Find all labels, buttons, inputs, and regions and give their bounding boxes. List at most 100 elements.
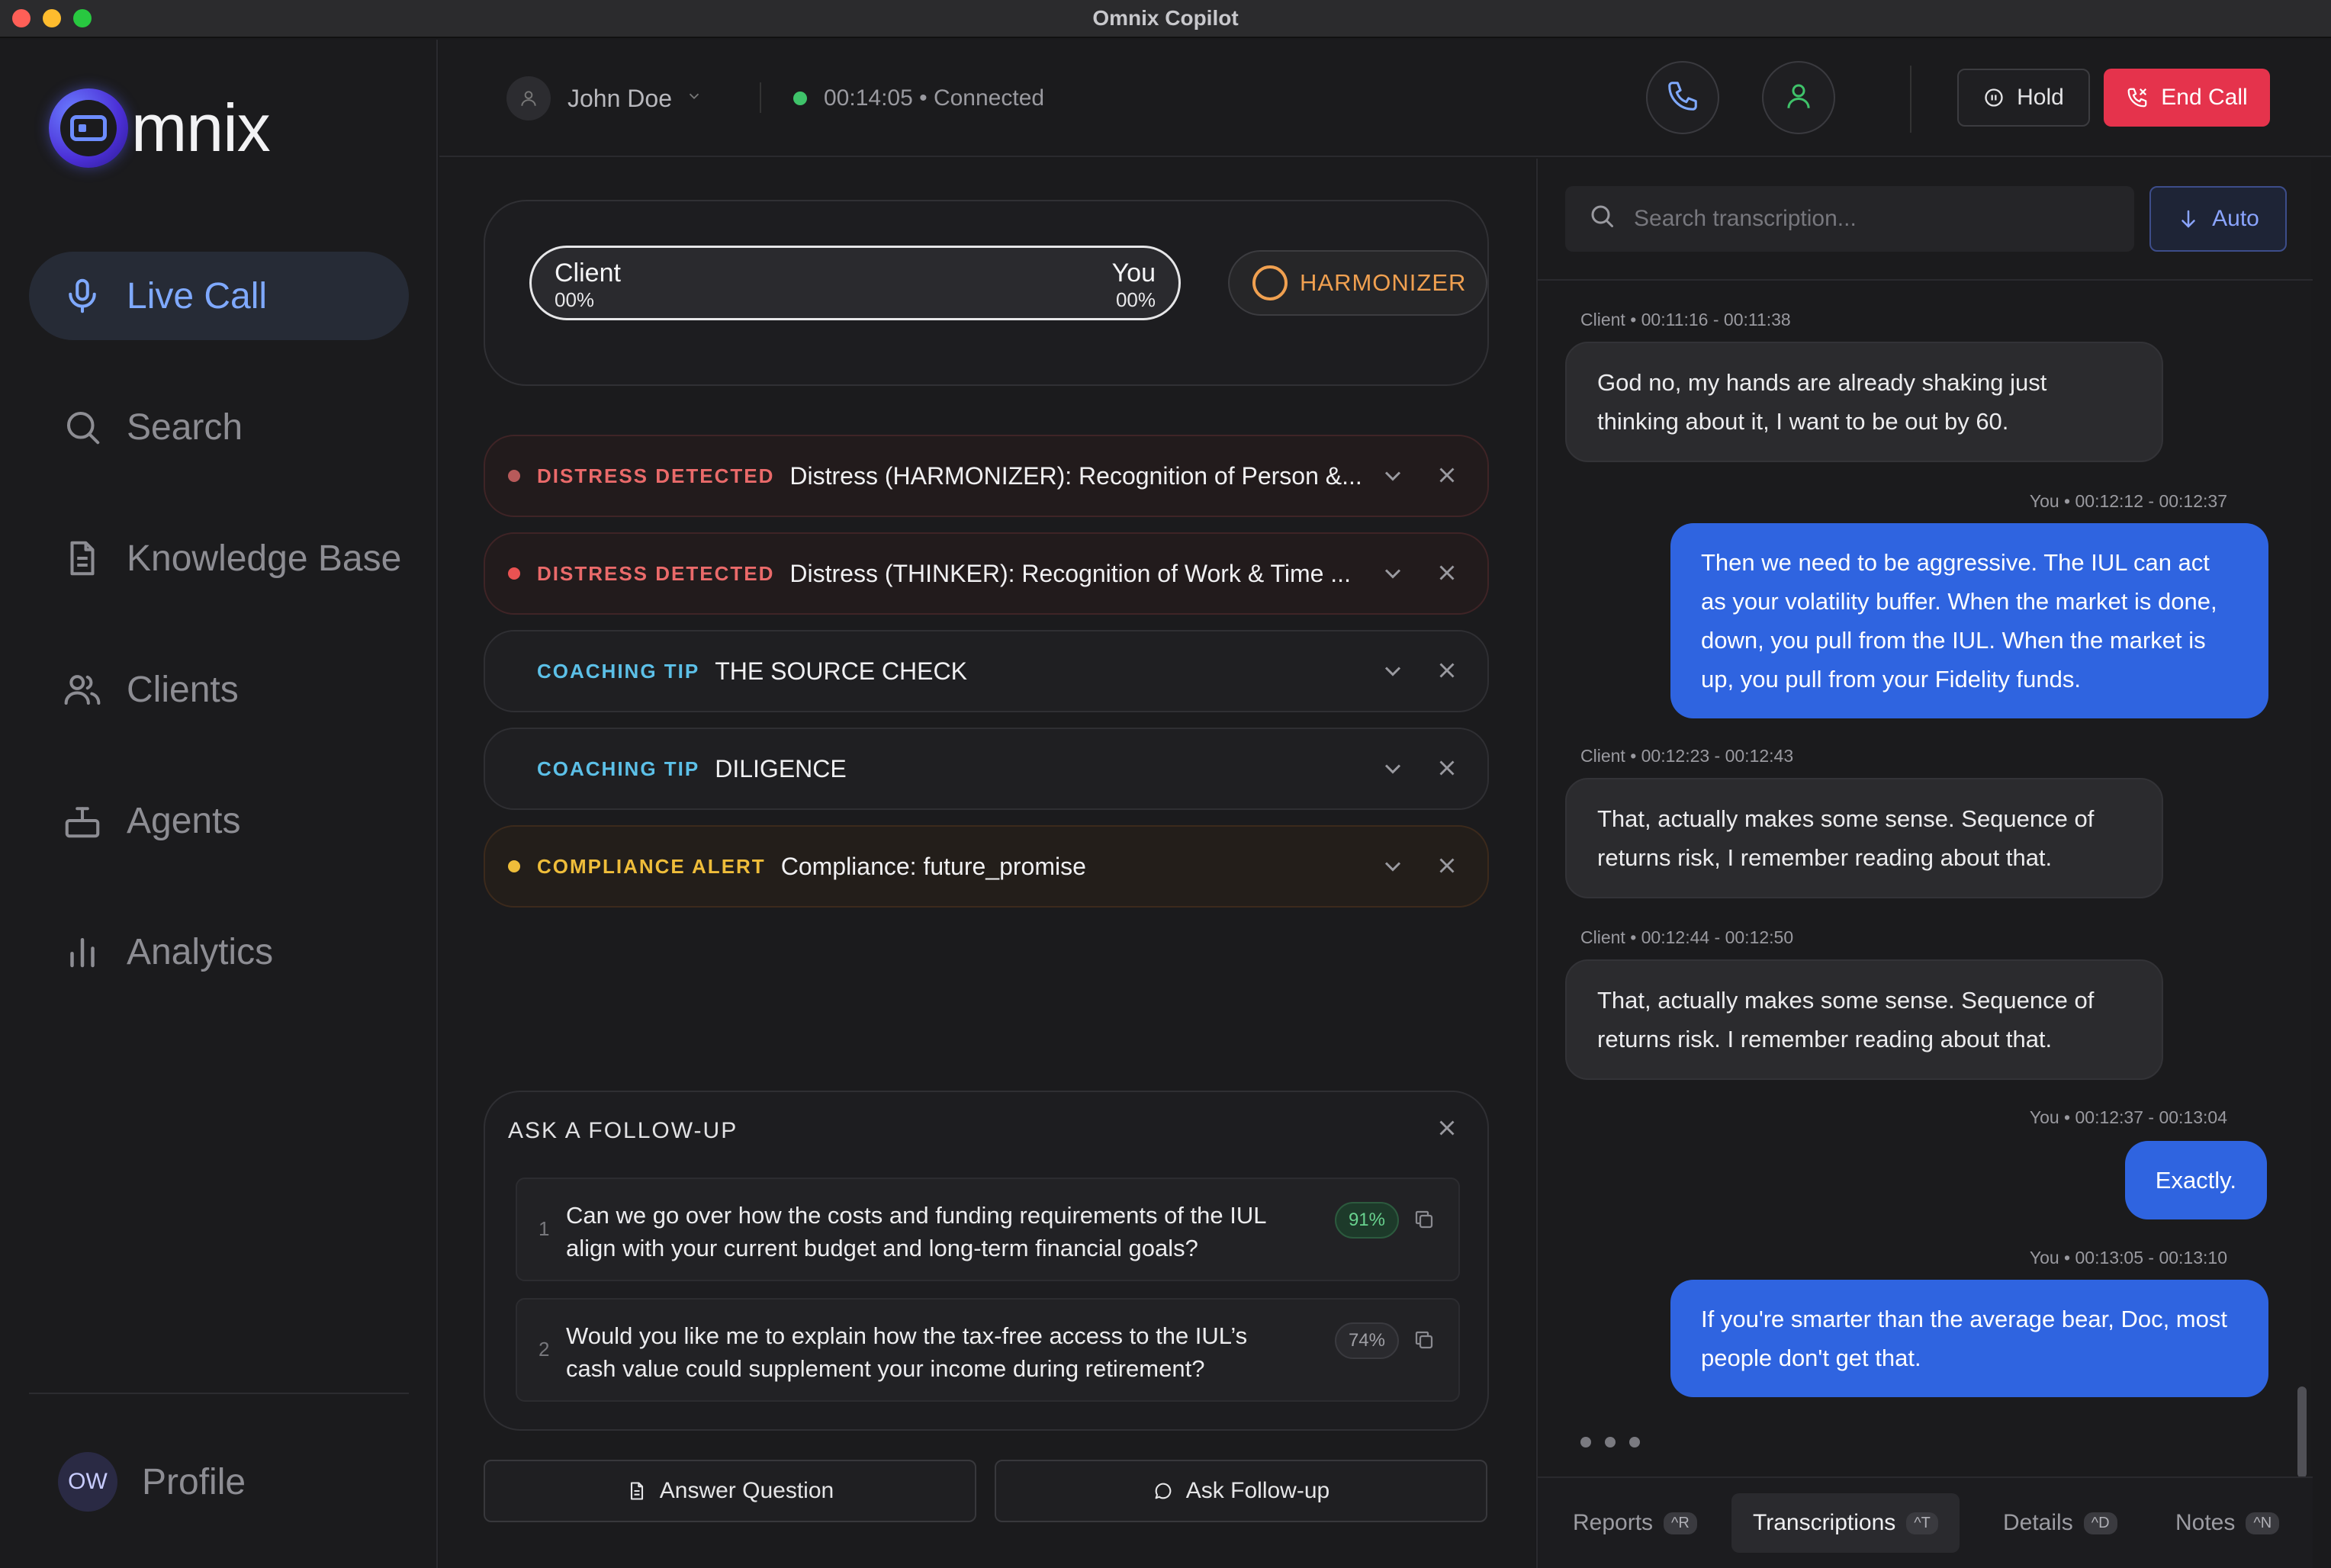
close-icon[interactable] [1434, 755, 1460, 786]
tab-label: Transcriptions [1753, 1510, 1896, 1535]
shortcut-badge: ^D [2083, 1512, 2117, 1534]
alert-status-dot [508, 567, 520, 580]
alert-tag: DISTRESS DETECTED [537, 464, 775, 487]
suggestion-text: Would you like me to explain how the tax… [566, 1322, 1248, 1382]
chevron-down-icon[interactable] [1379, 853, 1407, 884]
agent-message: If you're smarter than the average bear,… [1670, 1280, 2268, 1397]
sidebar-item-label: Agents [127, 800, 241, 841]
client-message: That, actually makes some sense. Sequenc… [1565, 959, 2163, 1080]
minimize-window-button[interactable] [43, 9, 61, 27]
document-icon [59, 535, 105, 581]
message-meta: Client • 00:12:44 - 00:12:50 [1580, 927, 1794, 947]
follow-up-suggestion[interactable]: 1 Can we go over how the costs and fundi… [516, 1178, 1460, 1281]
alert-tag: DISTRESS DETECTED [537, 561, 775, 585]
user-icon [1783, 80, 1815, 116]
call-status: 00:14:05 • Connected [793, 85, 1044, 111]
tab-transcriptions[interactable]: Transcriptions ^T [1731, 1493, 1960, 1553]
avatar: OW [58, 1452, 117, 1512]
message-meta: You • 00:13:05 - 00:13:10 [2029, 1248, 2227, 1268]
phone-button[interactable] [1646, 61, 1719, 134]
alert-tag: COACHING TIP [537, 659, 700, 683]
message-meta: You • 00:12:37 - 00:13:04 [2029, 1107, 2227, 1127]
auto-scroll-label: Auto [2212, 206, 2259, 231]
agent-icon [59, 798, 105, 843]
alert-card[interactable]: COMPLIANCE ALERT Compliance: future_prom… [484, 825, 1489, 908]
close-icon[interactable] [1434, 560, 1460, 591]
alert-card[interactable]: COACHING TIP DILIGENCE [484, 728, 1489, 810]
talk-ratio-bar: Client 00% You 00% [529, 246, 1181, 320]
ask-follow-up-button[interactable]: Ask Follow-up [995, 1460, 1487, 1522]
chevron-down-icon[interactable] [1379, 560, 1407, 591]
close-icon[interactable] [1434, 657, 1460, 689]
caller-selector[interactable]: John Doe [506, 76, 703, 120]
follow-up-title: ASK A FOLLOW-UP [508, 1118, 738, 1143]
alert-card[interactable]: DISTRESS DETECTED Distress (THINKER): Re… [484, 532, 1489, 615]
client-talk-percent: 00% [555, 288, 595, 311]
suggestion-number: 2 [539, 1338, 550, 1361]
shortcut-badge: ^T [1906, 1512, 1938, 1534]
talk-ratio-card: Client 00% You 00% HARMONIZER [484, 200, 1489, 386]
close-icon[interactable] [1434, 853, 1460, 884]
window-controls [12, 9, 92, 27]
logo-icon [49, 88, 128, 168]
tab-notes[interactable]: Notes ^N [2175, 1493, 2280, 1553]
sidebar-item-agents[interactable]: Agents [29, 776, 409, 865]
chevron-down-icon[interactable] [1379, 755, 1407, 786]
call-status-text: 00:14:05 • Connected [824, 85, 1045, 111]
zoom-window-button[interactable] [73, 9, 92, 27]
coaching-panel: Client 00% You 00% HARMONIZER DISTRESS D… [439, 159, 1535, 1568]
shortcut-badge: ^N [2246, 1512, 2280, 1534]
end-call-button[interactable]: End Call [2104, 69, 2270, 127]
copy-icon[interactable] [1413, 1208, 1436, 1235]
search-icon [1588, 202, 1634, 236]
window-title: Omnix Copilot [1092, 6, 1239, 30]
close-icon[interactable] [1434, 1115, 1460, 1145]
message-meta: Client • 00:11:16 - 00:11:38 [1580, 310, 1791, 329]
sidebar-item-search[interactable]: Search [29, 383, 409, 471]
tab-label: Notes [2175, 1510, 2236, 1535]
persona-badge[interactable]: HARMONIZER [1228, 250, 1487, 316]
alert-tag: COACHING TIP [537, 757, 700, 780]
ask-follow-up-label: Ask Follow-up [1185, 1478, 1330, 1503]
confidence-badge: 91% [1334, 1202, 1399, 1239]
sidebar-item-label: Clients [127, 669, 239, 710]
profile-link[interactable]: OW Profile [58, 1452, 246, 1512]
alert-card[interactable]: COACHING TIP THE SOURCE CHECK [484, 630, 1489, 712]
answer-question-label: Answer Question [659, 1478, 834, 1503]
sidebar-item-knowledge-base[interactable]: Knowledge Base [29, 514, 409, 602]
scrollbar[interactable] [2297, 1386, 2307, 1478]
alert-card[interactable]: DISTRESS DETECTED Distress (HARMONIZER):… [484, 435, 1489, 517]
auto-scroll-button[interactable]: Auto [2149, 186, 2287, 252]
sidebar-item-label: Live Call [127, 275, 268, 316]
sidebar-nav: Live Call Search Knowledge Base Clients … [29, 252, 409, 1039]
alert-status-dot [508, 470, 520, 482]
alert-text: Distress (THINKER): Recognition of Work … [789, 559, 1351, 587]
follow-up-suggestion[interactable]: 2 Would you like me to explain how the t… [516, 1298, 1460, 1402]
profile-label: Profile [142, 1461, 246, 1502]
microphone-icon [59, 273, 105, 319]
contact-button[interactable] [1762, 61, 1835, 134]
copy-icon[interactable] [1413, 1329, 1436, 1355]
close-window-button[interactable] [12, 9, 31, 27]
chevron-down-icon[interactable] [1379, 657, 1407, 689]
sidebar-item-label: Search [127, 406, 243, 448]
alert-status-dot [508, 860, 520, 872]
app-logo: mnix [49, 88, 271, 168]
client-message: God no, my hands are already shaking jus… [1565, 342, 2163, 462]
chevron-down-icon[interactable] [1379, 462, 1407, 493]
header-divider [760, 82, 761, 113]
message-meta: You • 00:12:12 - 00:12:37 [2029, 491, 2227, 511]
transcription-search-input[interactable]: Search transcription... [1565, 186, 2134, 252]
alert-text: DILIGENCE [715, 754, 847, 782]
confidence-badge: 74% [1334, 1322, 1399, 1359]
sidebar-item-live-call[interactable]: Live Call [29, 252, 409, 340]
sidebar-item-analytics[interactable]: Analytics [29, 908, 409, 996]
sidebar-item-clients[interactable]: Clients [29, 645, 409, 734]
typing-indicator [1580, 1437, 1640, 1448]
tab-reports[interactable]: Reports ^R [1573, 1493, 1697, 1553]
tab-details[interactable]: Details ^D [2003, 1493, 2117, 1553]
close-icon[interactable] [1434, 462, 1460, 493]
answer-question-button[interactable]: Answer Question [484, 1460, 976, 1522]
hold-button[interactable]: Hold [1957, 69, 2090, 127]
connected-indicator [793, 92, 807, 105]
